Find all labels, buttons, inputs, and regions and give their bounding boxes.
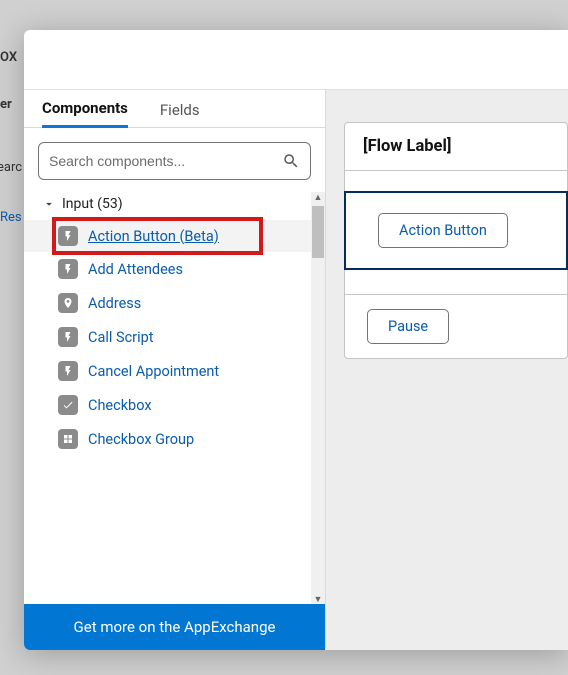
- search-input[interactable]: [38, 142, 311, 180]
- screen-card: [Flow Label] Action Button Pause: [344, 122, 568, 359]
- bg-text: Res: [0, 210, 22, 225]
- modal-header: [24, 30, 568, 90]
- selected-component-slot[interactable]: Action Button: [344, 191, 568, 270]
- bg-text: earc: [0, 160, 22, 175]
- list-item-label: Checkbox Group: [88, 431, 194, 448]
- card-footer: Pause: [345, 294, 567, 358]
- pin-icon: [58, 293, 78, 313]
- bolt-icon: [58, 361, 78, 381]
- list-item-address[interactable]: Address: [24, 286, 311, 320]
- list-item-label: Cancel Appointment: [88, 363, 219, 380]
- check-icon: [58, 395, 78, 415]
- list-item-checkbox[interactable]: Checkbox: [24, 388, 311, 422]
- flow-label-header: [Flow Label]: [345, 123, 567, 171]
- list-item-action-button-beta[interactable]: Action Button (Beta): [24, 220, 311, 252]
- list-item-label: Action Button (Beta): [88, 228, 219, 245]
- scrollbar-thumb[interactable]: [312, 206, 324, 258]
- group-icon: [58, 429, 78, 449]
- tab-components[interactable]: Components: [42, 99, 128, 128]
- bolt-icon: [58, 226, 78, 246]
- bg-text: OX: [0, 50, 17, 65]
- bolt-icon: [58, 327, 78, 347]
- section-input[interactable]: Input (53): [24, 192, 311, 216]
- action-button[interactable]: Action Button: [378, 213, 508, 248]
- list-item-checkbox-group[interactable]: Checkbox Group: [24, 422, 311, 456]
- bolt-icon: [58, 259, 78, 279]
- list-item-add-attendees[interactable]: Add Attendees: [24, 252, 311, 286]
- bg-text: er: [0, 97, 12, 112]
- modal-panel: Components Fields Input (53): [24, 30, 568, 650]
- list-item-label: Add Attendees: [88, 261, 183, 278]
- palette-tabs: Components Fields: [24, 90, 325, 128]
- list-item-cancel-appointment[interactable]: Cancel Appointment: [24, 354, 311, 388]
- screen-canvas: [Flow Label] Action Button Pause: [326, 90, 568, 650]
- search-icon: [282, 152, 300, 170]
- section-label: Input (53): [62, 196, 123, 212]
- component-list-container: Input (53) Action Button (Beta): [24, 192, 325, 604]
- search-field[interactable]: [49, 153, 282, 169]
- pause-button[interactable]: Pause: [367, 309, 449, 344]
- appexchange-link[interactable]: Get more on the AppExchange: [24, 604, 325, 650]
- list-item-label: Checkbox: [88, 397, 152, 414]
- tab-fields[interactable]: Fields: [160, 101, 200, 127]
- component-list: Action Button (Beta) Add Attendees: [24, 220, 311, 456]
- list-item-label: Address: [88, 295, 141, 312]
- scroll-up-icon[interactable]: ▲: [311, 190, 325, 204]
- list-item-call-script[interactable]: Call Script: [24, 320, 311, 354]
- component-palette: Components Fields Input (53): [24, 90, 326, 650]
- scrollbar[interactable]: ▲ ▼: [311, 192, 325, 604]
- scroll-down-icon[interactable]: ▼: [311, 592, 325, 606]
- chevron-down-icon: [42, 197, 56, 211]
- list-item-label: Call Script: [88, 329, 154, 346]
